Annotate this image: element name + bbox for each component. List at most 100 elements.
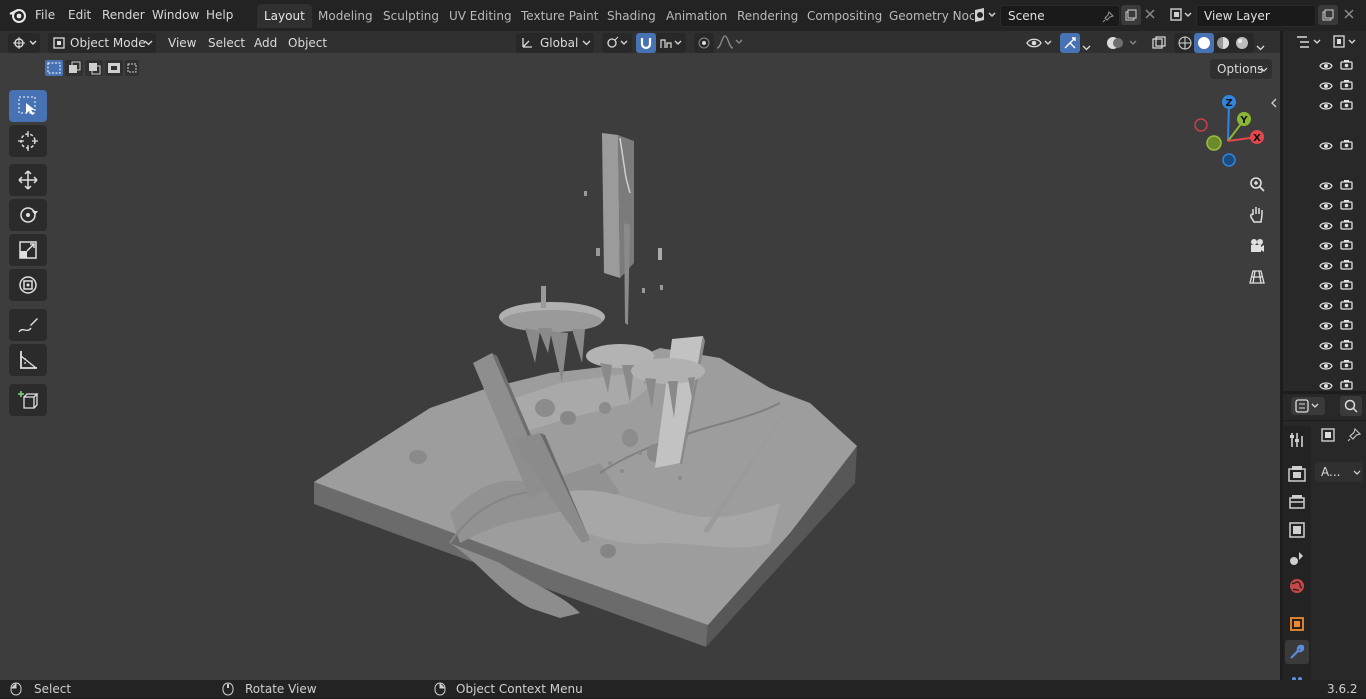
tab-rendering[interactable]: Rendering: [730, 4, 805, 28]
render-tab-icon[interactable]: [1287, 464, 1307, 487]
outliner-row[interactable]: [1283, 175, 1366, 195]
pan-button[interactable]: [1244, 202, 1270, 228]
object-tab-icon[interactable]: [1287, 614, 1307, 637]
cursor-tool[interactable]: [9, 125, 47, 157]
outliner-row[interactable]: [1283, 55, 1366, 75]
eye-icon[interactable]: [1319, 260, 1333, 274]
scene-render[interactable]: [300, 73, 870, 653]
scale-tool[interactable]: [9, 234, 47, 266]
eye-icon[interactable]: [1319, 180, 1333, 194]
view-layer-field[interactable]: View Layer: [1196, 5, 1316, 27]
tab-layout[interactable]: Layout: [257, 4, 312, 28]
outliner-display-mode-dropdown[interactable]: [1332, 34, 1362, 53]
eye-icon[interactable]: [1319, 360, 1333, 374]
measure-tool[interactable]: [9, 344, 47, 376]
shading-options-chevron-icon[interactable]: [1256, 40, 1265, 54]
orientation-dropdown[interactable]: Global: [516, 33, 594, 53]
eye-icon[interactable]: [1319, 80, 1333, 94]
eye-icon[interactable]: [1319, 200, 1333, 214]
xray-toggle[interactable]: [1150, 34, 1170, 52]
camera-render-icon[interactable]: [1340, 239, 1353, 253]
tab-animation[interactable]: Animation: [659, 4, 734, 28]
mode-dropdown[interactable]: Object Mode: [48, 33, 156, 53]
annotate-tool[interactable]: [9, 309, 47, 341]
outliner-row[interactable]: [1283, 255, 1366, 275]
outliner-row[interactable]: [1283, 215, 1366, 235]
rotate-tool[interactable]: [9, 199, 47, 231]
options-dropdown[interactable]: Options: [1210, 59, 1272, 79]
transform-tool[interactable]: [9, 269, 47, 301]
scene-name-field[interactable]: Scene: [1000, 5, 1120, 27]
maximize-icon[interactable]: [1321, 428, 1335, 445]
outliner-row[interactable]: [1283, 235, 1366, 255]
eye-icon[interactable]: [1319, 300, 1333, 314]
overlays-toggle[interactable]: [1106, 35, 1142, 54]
falloff-dropdown[interactable]: [716, 34, 744, 53]
view-layer-icon[interactable]: [1168, 6, 1194, 27]
tool-settings-tab-icon[interactable]: [1287, 430, 1307, 453]
sidebar-toggle-icon[interactable]: [1270, 97, 1278, 111]
tab-texture-paint[interactable]: Texture Paint: [514, 4, 605, 28]
outliner-row[interactable]: [1283, 75, 1366, 95]
camera-render-icon[interactable]: [1340, 139, 1353, 153]
material-shading-icon[interactable]: [1216, 36, 1230, 53]
delete-scene-icon[interactable]: [1144, 8, 1156, 23]
tab-compositing[interactable]: Compositing: [800, 4, 889, 28]
outliner-row[interactable]: [1283, 355, 1366, 375]
outliner-row[interactable]: [1283, 275, 1366, 295]
menu-render[interactable]: Render: [102, 8, 145, 22]
camera-render-icon[interactable]: [1340, 259, 1353, 273]
camera-render-icon[interactable]: [1340, 219, 1353, 233]
camera-render-icon[interactable]: [1340, 319, 1353, 333]
move-tool[interactable]: [9, 164, 47, 196]
outliner-row[interactable]: [1283, 315, 1366, 335]
eye-icon[interactable]: [1319, 60, 1333, 74]
camera-render-icon[interactable]: [1340, 59, 1353, 73]
scene-icon[interactable]: [972, 6, 998, 27]
visibility-dropdown[interactable]: [1024, 33, 1056, 53]
properties-editor-type-dropdown[interactable]: [1291, 397, 1325, 415]
eye-icon[interactable]: [1319, 380, 1333, 394]
camera-view-button[interactable]: [1244, 233, 1270, 259]
camera-render-icon[interactable]: [1340, 299, 1353, 313]
tab-sculpting[interactable]: Sculpting: [376, 4, 446, 28]
snap-target-dropdown[interactable]: [656, 33, 686, 53]
rendered-shading-icon[interactable]: [1235, 36, 1249, 53]
menu-edit[interactable]: Edit: [68, 8, 91, 22]
camera-render-icon[interactable]: [1340, 279, 1353, 293]
eye-icon[interactable]: [1319, 240, 1333, 254]
outliner-row[interactable]: [1283, 335, 1366, 355]
tab-geometry-nodes[interactable]: Geometry Noc: [882, 4, 974, 28]
outliner-row[interactable]: [1283, 135, 1366, 155]
zoom-button[interactable]: [1244, 171, 1270, 197]
outliner-editor-type-dropdown[interactable]: [1295, 34, 1325, 53]
select-invert-button[interactable]: [104, 59, 124, 77]
3d-viewport[interactable]: Options Z Y X: [0, 53, 1280, 680]
outliner-row[interactable]: [1283, 295, 1366, 315]
blender-logo-icon[interactable]: [9, 7, 27, 26]
pin-icon[interactable]: [1347, 427, 1362, 445]
camera-render-icon[interactable]: [1340, 339, 1353, 353]
camera-render-icon[interactable]: [1340, 379, 1353, 393]
camera-render-icon[interactable]: [1340, 199, 1353, 213]
outliner-row[interactable]: [1283, 195, 1366, 215]
navigation-gizmo[interactable]: Z Y X: [1188, 93, 1272, 173]
gizmo-dropdown-chevron-icon[interactable]: [1082, 40, 1091, 54]
perspective-toggle-button[interactable]: [1244, 264, 1270, 290]
proportional-editing-toggle[interactable]: [694, 33, 714, 53]
modifier-tab-button[interactable]: [1285, 640, 1309, 664]
menu-help[interactable]: Help: [206, 8, 233, 22]
menu-view[interactable]: View: [168, 34, 196, 52]
solid-shading-button[interactable]: [1194, 33, 1214, 53]
menu-add[interactable]: Add: [254, 34, 277, 52]
camera-render-icon[interactable]: [1340, 179, 1353, 193]
view-layer-tab-icon[interactable]: [1287, 520, 1307, 543]
pivot-dropdown[interactable]: [602, 33, 632, 53]
eye-icon[interactable]: [1319, 280, 1333, 294]
select-box-tool[interactable]: [9, 90, 47, 122]
select-extend-button[interactable]: [64, 59, 84, 77]
pin-icon[interactable]: [1102, 9, 1114, 29]
tab-shading[interactable]: Shading: [600, 4, 663, 28]
eye-icon[interactable]: [1319, 320, 1333, 334]
tab-uv-editing[interactable]: UV Editing: [442, 4, 519, 28]
